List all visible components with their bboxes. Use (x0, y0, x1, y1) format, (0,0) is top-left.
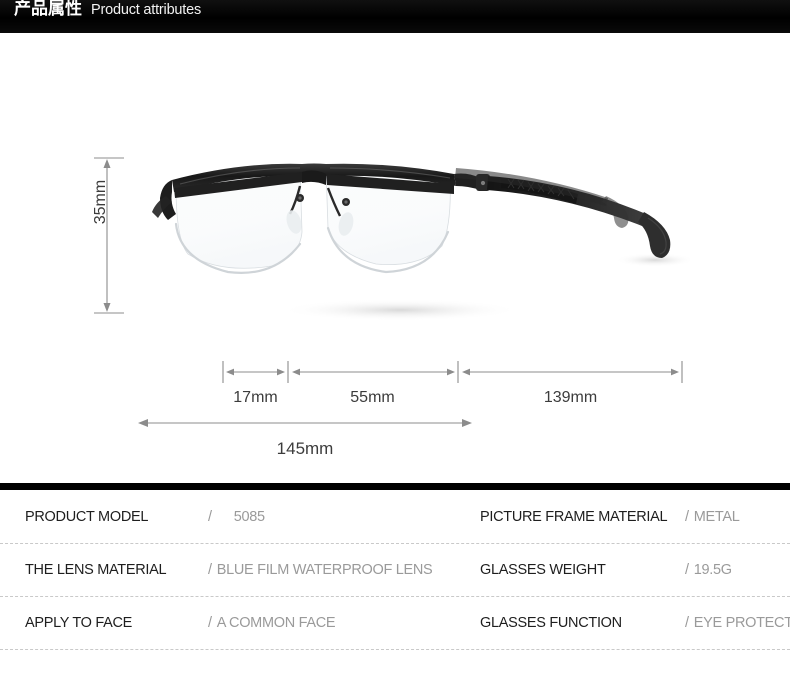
page-title-english: Product attributes (91, 2, 202, 18)
dimension-total-width: 145mm (120, 411, 490, 481)
spec-cell-glasses-weight: GLASSES WEIGHT /19.5G (465, 544, 790, 596)
spec-label: THE LENS MATERIAL (25, 562, 167, 578)
dimension-lens-height: 35mm (78, 121, 140, 331)
spec-value-text: 19.5G (693, 562, 732, 578)
dimension-lens-height-label: 35mm (92, 179, 109, 225)
spec-value: / BLUE FILM WATERPROOF LENS (208, 562, 433, 578)
spec-value-text: EYE PROTECTOR (693, 615, 790, 631)
spec-value: / 5085 (208, 509, 265, 525)
spec-value-text: BLUE FILM WATERPROOF LENS (216, 562, 433, 578)
spec-value-text: METAL (693, 508, 740, 525)
spec-label: APPLY TO FACE (25, 615, 133, 631)
slash-separator: / (685, 508, 689, 525)
dimension-bridge-label: 17mm (233, 389, 278, 406)
spec-value: / METAL (685, 509, 740, 525)
spec-label: PICTURE FRAME MATERIAL (480, 508, 668, 525)
spec-label: GLASSES WEIGHT (480, 562, 606, 578)
spec-label: PRODUCT MODEL (25, 508, 149, 525)
slash-separator: / (208, 562, 212, 578)
spec-value-text: 5085 (233, 508, 265, 525)
page-title-chinese: 产品属性 (14, 0, 82, 18)
spec-value-text: A COMMON FACE (216, 615, 336, 631)
spec-value: /EYE PROTECTOR (685, 615, 790, 631)
spec-cell-lens-material: THE LENS MATERIAL / BLUE FILM WATERPROOF … (0, 544, 465, 596)
dimension-lens-width-label: 55mm (350, 389, 395, 406)
dimension-temple-length-label: 139mm (543, 389, 598, 406)
product-diagram-stage: 35mm 17mm 55mm 139mm 145mm (0, 33, 790, 483)
slash-separator: / (208, 615, 212, 631)
spec-cell-glasses-function: GLASSES FUNCTION /EYE PROTECTOR (465, 597, 790, 649)
slash-separator: / (685, 615, 689, 631)
spec-label: GLASSES FUNCTION (480, 615, 622, 631)
specification-table: PRODUCT MODEL / 5085 PICTURE FRAME MATERI… (0, 490, 790, 680)
slash-separator: / (208, 508, 212, 525)
slash-separator: / (685, 562, 689, 578)
spec-cell-apply-to-face: APPLY TO FACE / A COMMON FACE (0, 597, 465, 649)
section-divider (0, 483, 790, 490)
table-row: THE LENS MATERIAL / BLUE FILM WATERPROOF … (0, 544, 790, 597)
spec-value: /19.5G (685, 562, 732, 578)
spec-value: / A COMMON FACE (208, 615, 336, 631)
table-row: PRODUCT MODEL / 5085 PICTURE FRAME MATERI… (0, 490, 790, 544)
product-image-glasses (150, 128, 690, 338)
spec-cell-frame-material: PICTURE FRAME MATERIAL / METAL (465, 490, 790, 543)
dimension-total-width-label: 145mm (276, 439, 334, 458)
page-header: 产品属性 Product attributes (0, 0, 790, 33)
table-row: APPLY TO FACE / A COMMON FACE GLASSES FUN… (0, 597, 790, 650)
spec-cell-product-model: PRODUCT MODEL / 5085 (0, 490, 465, 543)
